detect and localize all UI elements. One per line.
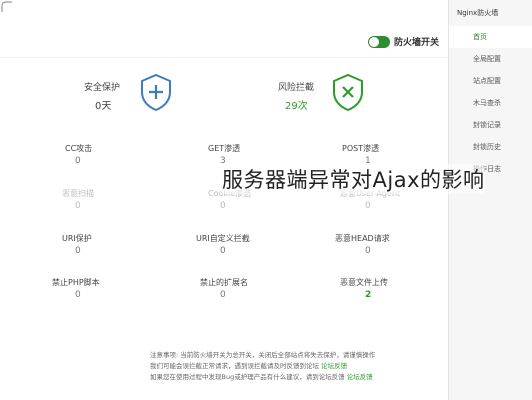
- security-protection-value: 0天: [95, 101, 112, 112]
- rule-uri-custom-label: URI自定义拦截: [196, 234, 250, 243]
- rule-upload-label: 恶意文件上传: [340, 278, 388, 287]
- shield-plus-icon: [141, 73, 171, 112]
- rule-scan-value: 0: [75, 201, 81, 211]
- rule-head-value: 0: [365, 246, 371, 256]
- rule-post-label: POST渗透: [342, 144, 380, 153]
- caption-overlay: 服务器端异常对Ajax的影响: [222, 164, 485, 194]
- rule-ext-value: 0: [220, 290, 226, 300]
- rule-cc-value: 0: [75, 156, 81, 166]
- feedback-link[interactable]: 论坛反馈: [321, 362, 347, 370]
- rule-ua-value: 0: [365, 201, 371, 211]
- notice-line: 如果您在使用过程中发现Bug或护理产品有什么建议，请到论坛反馈 论坛反馈: [150, 373, 373, 381]
- risk-intercept-value: 29次: [285, 101, 308, 112]
- feedback-link[interactable]: 论坛反馈: [347, 373, 373, 381]
- sidebar-item-trojan-scan[interactable]: 木马查杀: [449, 92, 532, 114]
- sidebar-item-global-config[interactable]: 全局配置: [449, 48, 532, 70]
- rule-uri-protect-value: 0: [75, 246, 81, 256]
- sidebar-item-block-history[interactable]: 封锁历史: [449, 136, 532, 158]
- risk-intercept-label: 风险拦截: [278, 83, 315, 93]
- notice-box: 注意事项: 当前防火墙开关为总开关，关闭后全部站点将失去保护，请谨慎操作 我们可…: [150, 350, 440, 383]
- sidebar-item-home[interactable]: 首页: [449, 26, 532, 48]
- notice-line: 注意事项: 当前防火墙开关为总开关，关闭后全部站点将失去保护，请谨慎操作: [150, 351, 376, 359]
- rule-uri-protect-label: URI保护: [62, 234, 92, 243]
- rule-get-label: GET渗透: [208, 144, 241, 153]
- main-panel: 防火墙开关 风险拦截 29次 安全保护 0天 POST渗透 1 GET渗透 3 …: [0, 0, 448, 400]
- rule-php-label: 禁止PHP脚本: [52, 278, 100, 287]
- app-title: Nginx防火墙: [457, 9, 499, 17]
- sidebar-item-site-config[interactable]: 站点配置: [449, 70, 532, 92]
- rule-upload-value: 2: [365, 290, 372, 300]
- rule-php-value: 0: [75, 290, 81, 300]
- toggle-label: 防火墙开关: [394, 38, 440, 48]
- security-protection-label: 安全保护: [84, 83, 121, 93]
- rule-scan-label: 恶意扫描: [62, 189, 94, 198]
- shield-x-icon: [333, 73, 363, 112]
- toggle-switch[interactable]: [368, 36, 390, 48]
- sidebar: Nginx防火墙 首页 全局配置 站点配置 木马查杀 封锁记录 封锁历史 操作日…: [448, 0, 532, 400]
- notice-line: 我们可能会误拦截正常请求，遇到误拦截请及时反馈到论坛 论坛反馈: [150, 362, 348, 370]
- rule-cookie-value: 0: [220, 201, 226, 211]
- rule-cc-label: CC攻击: [65, 144, 93, 153]
- rule-ext-label: 禁止的扩展名: [200, 278, 248, 287]
- rule-uri-custom-value: 0: [220, 246, 226, 256]
- top-toolbar: 防火墙开关: [0, 0, 448, 58]
- sidebar-item-block-log[interactable]: 封锁记录: [449, 114, 532, 136]
- rule-head-label: 恶意HEAD请求: [335, 234, 390, 243]
